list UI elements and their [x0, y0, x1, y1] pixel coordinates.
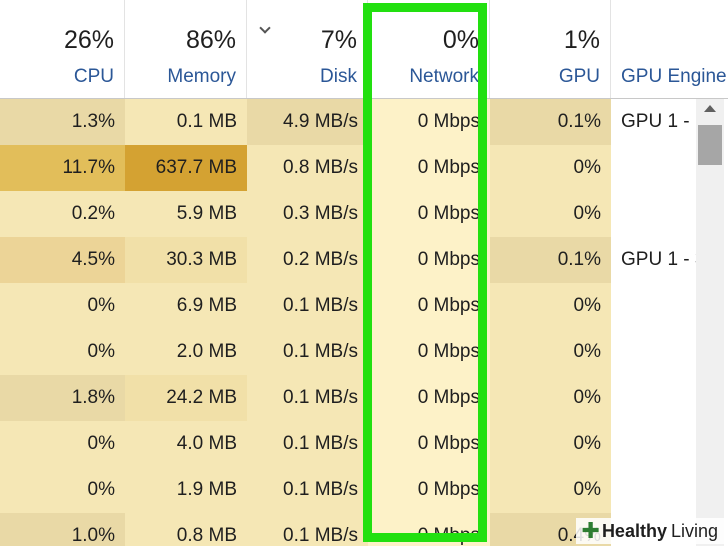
cell-gpu: 0%	[490, 375, 611, 421]
cell-cpu: 11.7%	[0, 145, 125, 191]
table-row[interactable]: 0% 2.0 MB 0.1 MB/s 0 Mbps 0%	[0, 329, 728, 375]
table-row[interactable]: 11.7% 637.7 MB 0.8 MB/s 0 Mbps 0%	[0, 145, 728, 191]
cell-gpu: 0.1%	[490, 99, 611, 145]
cell-disk: 0.1 MB/s	[247, 421, 368, 467]
memory-total-percent: 86%	[185, 26, 236, 54]
cell-memory: 1.9 MB	[125, 467, 247, 513]
cell-disk: 0.2 MB/s	[247, 237, 368, 283]
table-row[interactable]: 1.3% 0.1 MB 4.9 MB/s 0 Mbps 0.1% GPU 1 - (	[0, 99, 728, 145]
column-header-gpu[interactable]: 1% GPU	[490, 0, 611, 98]
watermark-brand-regular: Living	[670, 520, 718, 541]
table-row[interactable]: 1.8% 24.2 MB 0.1 MB/s 0 Mbps 0%	[0, 375, 728, 421]
cell-cpu: 1.0%	[0, 513, 125, 546]
cell-gpu-engine	[611, 145, 696, 191]
task-manager-processes: 26% CPU 86% Memory 7% Disk 0% Network 1%…	[0, 0, 728, 546]
cell-network: 0 Mbps	[368, 237, 490, 283]
cell-gpu-engine	[611, 421, 696, 467]
table-row[interactable]: 0.2% 5.9 MB 0.3 MB/s 0 Mbps 0%	[0, 191, 728, 237]
cell-gpu: 0%	[490, 421, 611, 467]
cell-network: 0 Mbps	[368, 421, 490, 467]
gpu-column-label: GPU	[558, 66, 600, 87]
plus-icon: ✚	[581, 518, 600, 543]
cell-disk: 0.8 MB/s	[247, 145, 368, 191]
disk-column-label: Disk	[320, 66, 357, 87]
cell-network: 0 Mbps	[368, 145, 490, 191]
cell-gpu-engine	[611, 283, 696, 329]
gpu-total-percent: 1%	[563, 26, 600, 54]
cell-network: 0 Mbps	[368, 283, 490, 329]
cell-gpu-engine: GPU 1 - 3	[611, 237, 696, 283]
scrollbar-thumb[interactable]	[698, 125, 722, 165]
cell-gpu: 0%	[490, 329, 611, 375]
cell-disk: 0.1 MB/s	[247, 467, 368, 513]
watermark-brand-bold: Healthy	[601, 520, 667, 541]
chevron-down-icon	[259, 22, 271, 34]
cell-cpu: 0%	[0, 467, 125, 513]
column-header-memory[interactable]: 86% Memory	[125, 0, 247, 98]
cell-cpu: 0%	[0, 329, 125, 375]
cell-network: 0 Mbps	[368, 329, 490, 375]
cell-cpu: 1.8%	[0, 375, 125, 421]
vertical-scrollbar[interactable]	[696, 99, 724, 546]
cell-gpu-engine	[611, 375, 696, 421]
watermark: ✚ Healthy Living	[575, 518, 724, 544]
table-row[interactable]: 4.5%30.3 MB0.2 MB/s0 Mbps0.1%GPU 1 - 3	[0, 237, 728, 283]
column-header-cpu[interactable]: 26% CPU	[0, 0, 125, 98]
cell-cpu: 0%	[0, 283, 125, 329]
cell-memory: 24.2 MB	[125, 375, 247, 421]
cell-gpu-engine: GPU 1 - (	[611, 99, 696, 145]
column-header-gpu-engine[interactable]: GPU Engine	[611, 0, 728, 98]
cell-gpu-engine	[611, 191, 696, 237]
cell-cpu: 0%	[0, 421, 125, 467]
column-header-network[interactable]: 0% Network	[368, 0, 490, 98]
cell-disk: 0.1 MB/s	[247, 513, 368, 546]
cpu-column-label: CPU	[73, 66, 114, 87]
cell-memory: 5.9 MB	[125, 191, 247, 237]
disk-total-percent: 7%	[320, 26, 357, 54]
cell-gpu: 0%	[490, 191, 611, 237]
cell-network: 0 Mbps	[368, 99, 490, 145]
cell-memory: 30.3 MB	[125, 237, 247, 283]
cell-memory: 4.0 MB	[125, 421, 247, 467]
cell-disk: 0.1 MB/s	[247, 283, 368, 329]
cell-memory: 637.7 MB	[125, 145, 247, 191]
memory-column-label: Memory	[167, 66, 236, 87]
cell-cpu: 4.5%	[0, 237, 125, 283]
column-header-bar: 26% CPU 86% Memory 7% Disk 0% Network 1%…	[0, 0, 728, 99]
cell-disk: 0.1 MB/s	[247, 329, 368, 375]
cell-gpu-engine	[611, 467, 696, 513]
cell-memory: 0.8 MB	[125, 513, 247, 546]
cell-disk: 0.3 MB/s	[247, 191, 368, 237]
cell-gpu: 0%	[490, 145, 611, 191]
cell-memory: 6.9 MB	[125, 283, 247, 329]
cell-gpu: 0.1%	[490, 237, 611, 283]
network-column-label: Network	[409, 66, 479, 87]
cell-disk: 4.9 MB/s	[247, 99, 368, 145]
table-row[interactable]: 0% 1.9 MB 0.1 MB/s 0 Mbps 0%	[0, 467, 728, 513]
cell-network: 0 Mbps	[368, 467, 490, 513]
scroll-up-arrow-icon[interactable]	[704, 105, 716, 112]
cell-network: 0 Mbps	[368, 191, 490, 237]
cell-gpu-engine	[611, 329, 696, 375]
cell-disk: 0.1 MB/s	[247, 375, 368, 421]
cell-network: 0 Mbps	[368, 513, 490, 546]
column-header-disk[interactable]: 7% Disk	[247, 0, 368, 98]
cell-memory: 2.0 MB	[125, 329, 247, 375]
table-row[interactable]: 0% 4.0 MB 0.1 MB/s 0 Mbps 0%	[0, 421, 728, 467]
cell-cpu: 1.3%	[0, 99, 125, 145]
cell-gpu: 0%	[490, 283, 611, 329]
cell-network: 0 Mbps	[368, 375, 490, 421]
cell-memory: 0.1 MB	[125, 99, 247, 145]
cell-gpu: 0%	[490, 467, 611, 513]
network-total-percent: 0%	[442, 26, 479, 54]
cell-cpu: 0.2%	[0, 191, 125, 237]
cpu-total-percent: 26%	[63, 26, 114, 54]
table-row[interactable]: 0% 6.9 MB 0.1 MB/s 0 Mbps 0%	[0, 283, 728, 329]
gpu-engine-column-label: GPU Engine	[621, 66, 727, 87]
